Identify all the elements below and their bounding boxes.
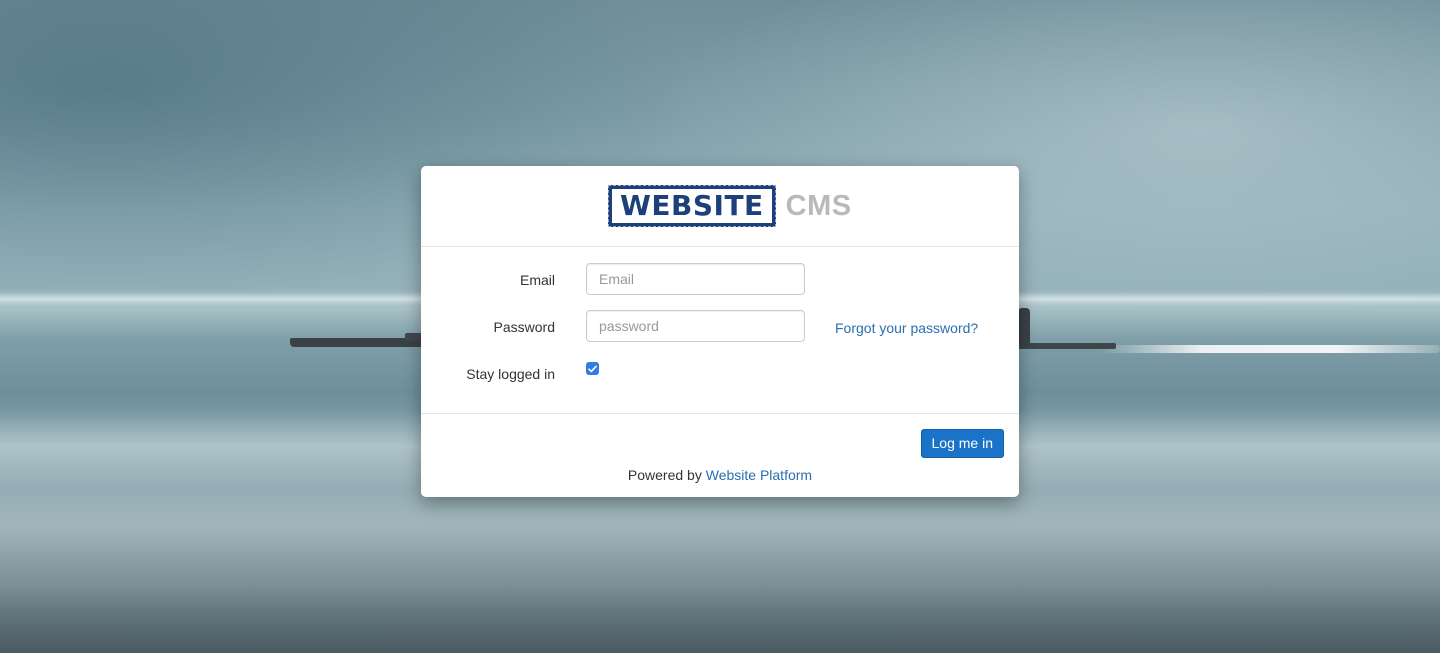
password-label: Password bbox=[493, 319, 555, 335]
logo-brand: WEBSITE bbox=[608, 185, 776, 227]
login-header: WEBSITE CMS bbox=[421, 166, 1019, 247]
boat-right bbox=[1018, 343, 1116, 349]
login-footer: Log me in Powered by Website Platform bbox=[421, 414, 1019, 497]
powered-by: Powered by Website Platform bbox=[421, 467, 1019, 483]
powered-by-text: Powered by bbox=[627, 467, 702, 483]
password-input[interactable] bbox=[586, 310, 805, 342]
checkmark-icon bbox=[588, 365, 597, 372]
logo-product: CMS bbox=[785, 189, 852, 222]
email-input[interactable] bbox=[586, 263, 805, 295]
website-cms-logo: WEBSITE CMS bbox=[608, 184, 852, 228]
login-button[interactable]: Log me in bbox=[920, 429, 1004, 458]
forgot-password-link[interactable]: Forgot your password? bbox=[835, 320, 978, 336]
stay-logged-in-checkbox[interactable] bbox=[586, 362, 599, 375]
login-panel: WEBSITE CMS Email Password Forgot your p… bbox=[421, 166, 1019, 497]
website-platform-link[interactable]: Website Platform bbox=[706, 467, 812, 483]
login-form: Email Password Forgot your password? Sta… bbox=[421, 247, 1019, 414]
email-label: Email bbox=[519, 272, 555, 288]
stay-logged-in-label: Stay logged in bbox=[466, 366, 555, 382]
